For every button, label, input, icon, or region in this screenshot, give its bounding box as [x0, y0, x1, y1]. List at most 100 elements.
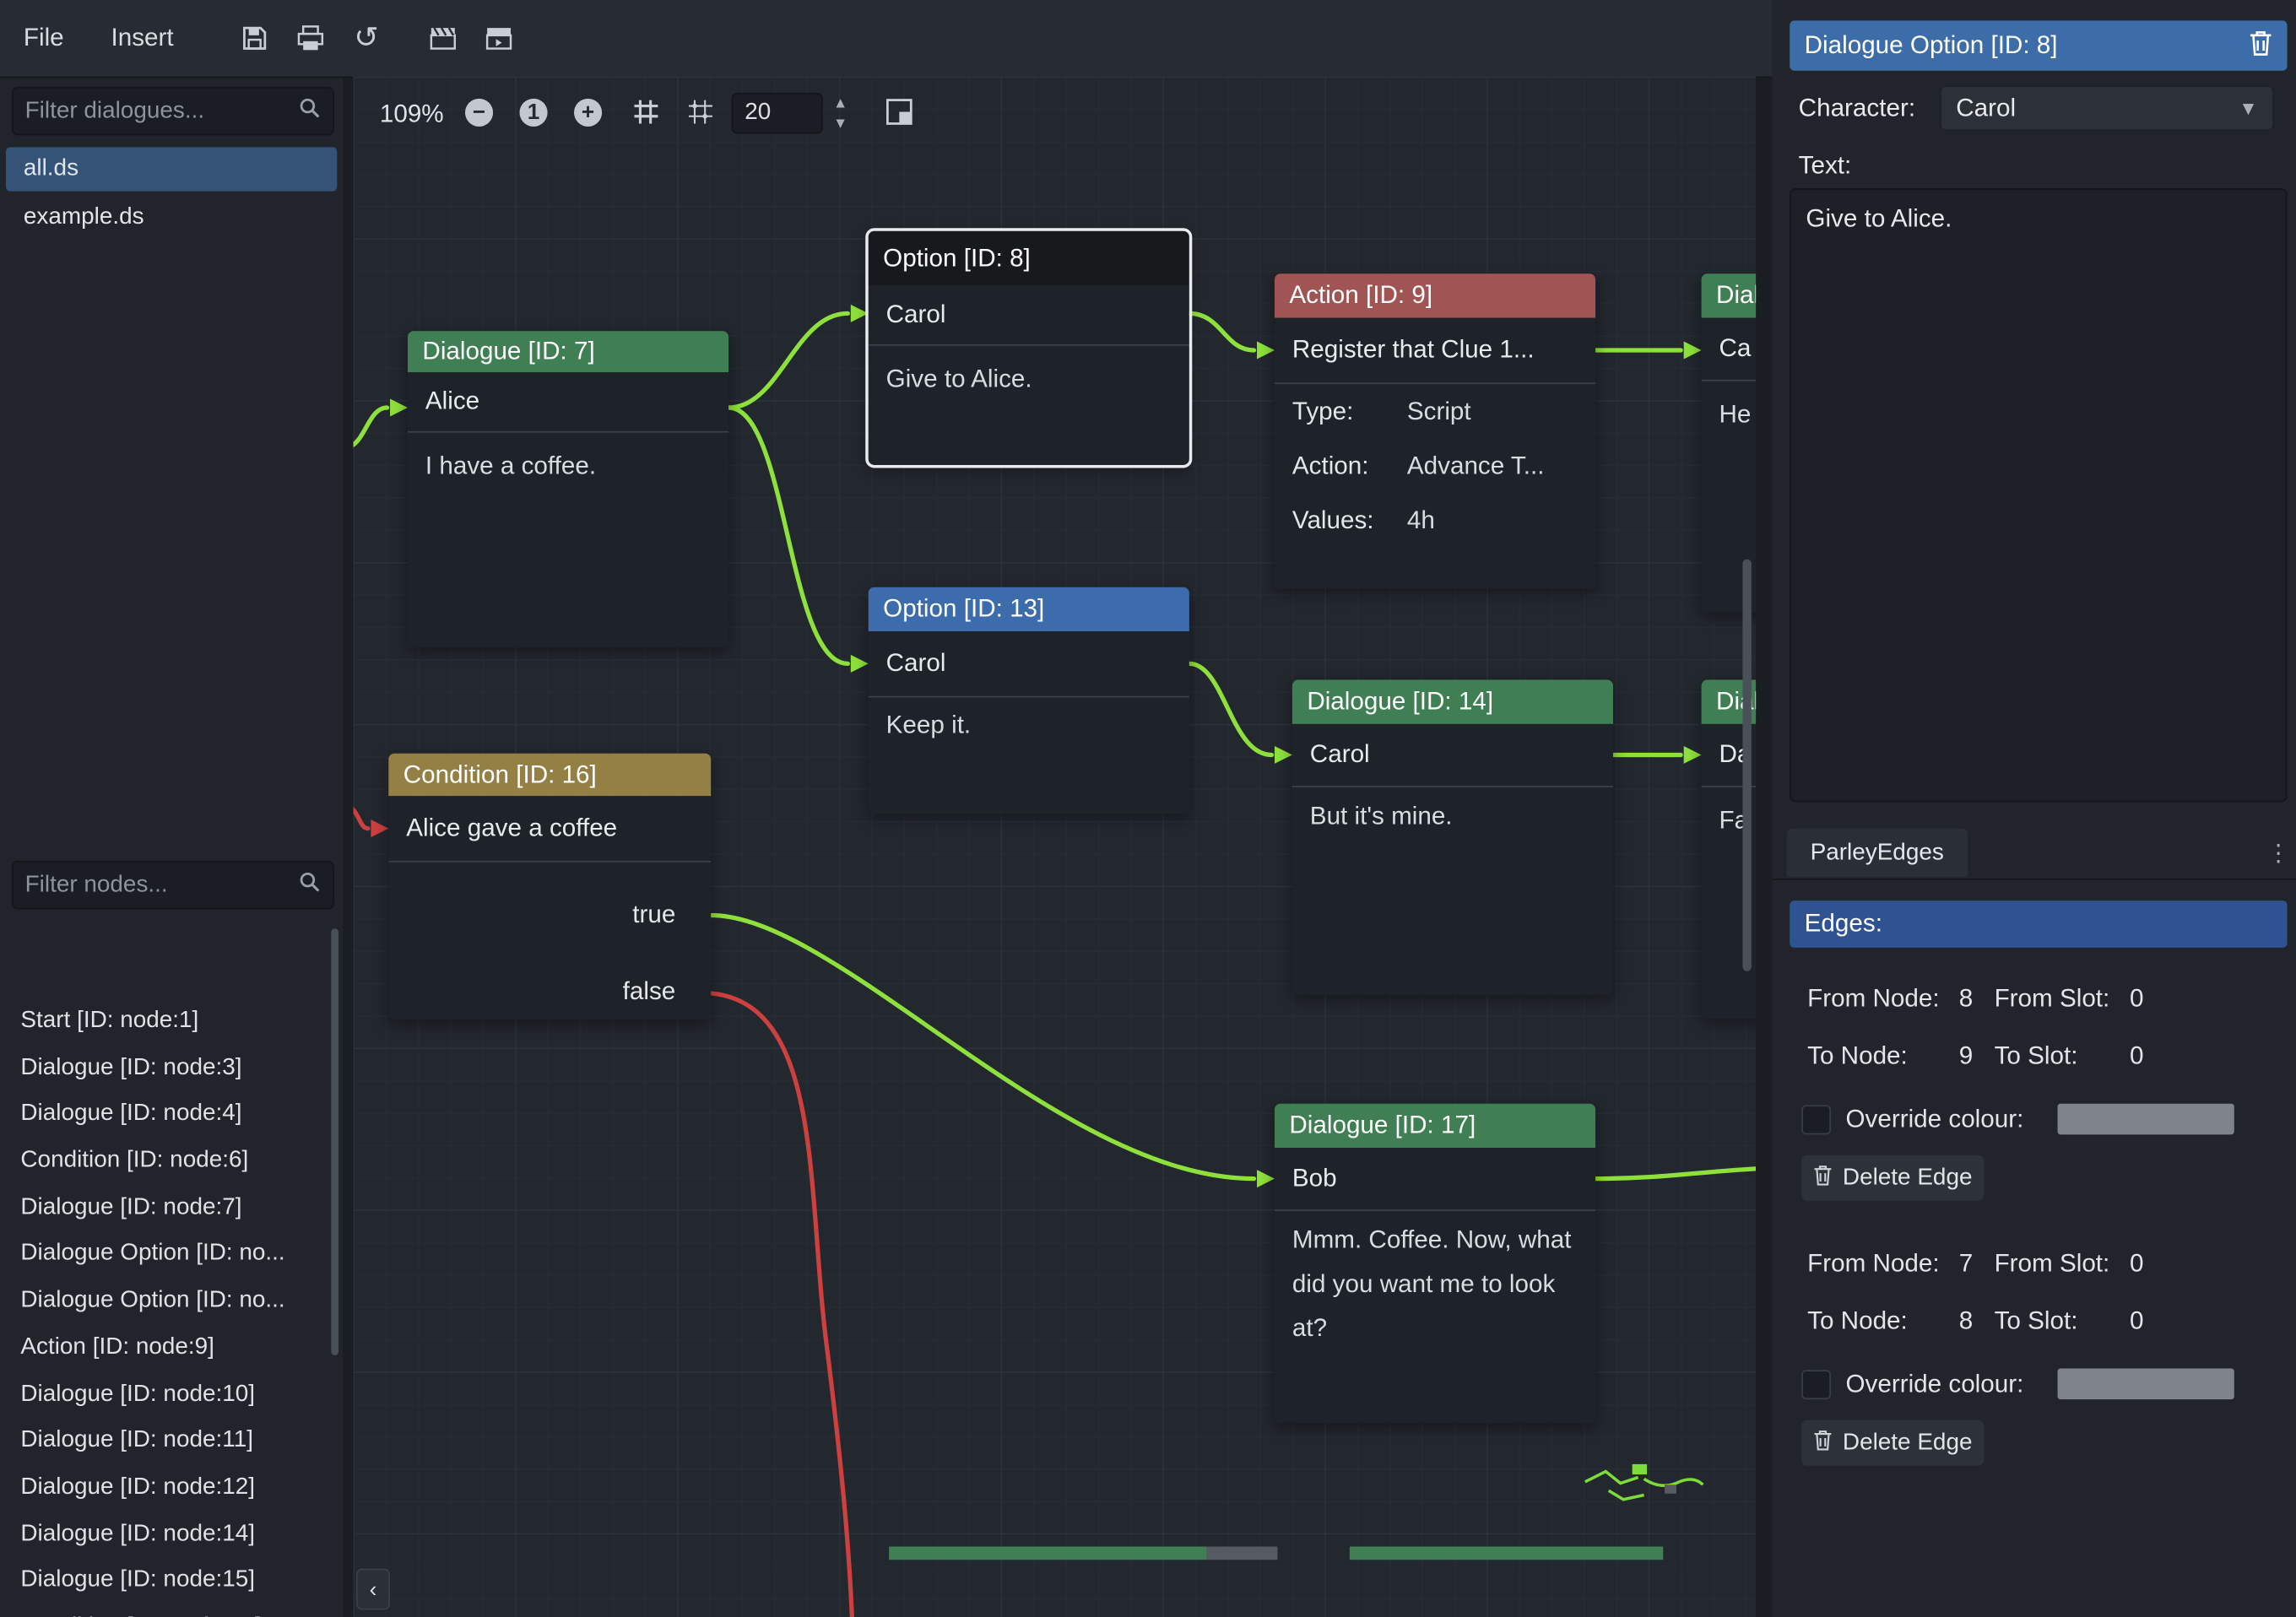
delete-edge-button[interactable]: Delete Edge	[1801, 1155, 1984, 1201]
graph-node-option-13[interactable]: Option [ID: 13] Carol Keep it.	[869, 587, 1189, 814]
test-from-node-icon[interactable]	[474, 14, 523, 63]
minimap[interactable]	[1579, 1447, 1708, 1512]
save-icon[interactable]	[230, 14, 279, 63]
graph-canvas[interactable]: 109% − 1 + ▲ ▼	[353, 77, 1756, 1617]
edges-section-header: Edges:	[1790, 900, 2287, 948]
minimap-toggle-icon[interactable]	[883, 95, 915, 127]
node-text: Give to Alice.	[869, 346, 1189, 414]
snap-stepper-up[interactable]: ▲	[829, 93, 853, 113]
dialogue-file-item-exampleds[interactable]: example.ds	[6, 196, 337, 240]
node-list-item[interactable]: Dialogue [ID: node:4]	[0, 1091, 330, 1138]
trash-icon	[1813, 1163, 1833, 1192]
node-speaker: Ca	[1702, 318, 1757, 381]
node-speaker: Alice	[408, 372, 728, 432]
search-icon	[299, 870, 321, 900]
kebab-menu-icon[interactable]: ⋮	[2266, 839, 2290, 868]
graph-node-action-9[interactable]: Action [ID: 9] Register that Clue 1... T…	[1275, 273, 1595, 588]
zoom-reset-button[interactable]: 1	[519, 99, 547, 127]
condition-true-output[interactable]: true	[388, 883, 711, 948]
node-list-item[interactable]: Action [ID: node:9]	[0, 1324, 330, 1371]
node-header[interactable]: Option [ID: 8]	[869, 231, 1189, 286]
node-list-item[interactable]: Dialogue [ID: node:12]	[0, 1464, 330, 1511]
override-colour-swatch[interactable]	[2058, 1369, 2234, 1400]
zoom-in-button[interactable]: +	[574, 99, 602, 127]
node-header[interactable]: Dialogue [ID: 14]	[1292, 680, 1613, 724]
condition-false-output[interactable]: false	[388, 960, 711, 1025]
zoom-level-label: 109%	[380, 95, 444, 133]
override-colour-row: Override colour:	[1801, 1096, 2023, 1142]
print-icon[interactable]	[285, 14, 335, 63]
sidebar-divider[interactable]	[343, 78, 353, 1617]
action-script-name: Register that Clue 1...	[1275, 318, 1595, 384]
edge-to-row: To Node:8 To Slot:0	[1807, 1298, 2165, 1344]
node-list-item[interactable]: Dialogue [ID: node:15]	[0, 1557, 330, 1603]
condition-expression: Alice gave a coffee	[388, 796, 711, 862]
node-list-item[interactable]: Condition [ID: node:16]	[0, 1603, 330, 1617]
inspector-tab-bar: ParleyEdges ⋮	[1772, 829, 2296, 880]
node-text: He	[1702, 381, 1757, 449]
node-text: I have a coffee.	[408, 433, 728, 500]
graph-node-dialogue-14[interactable]: Dialogue [ID: 14] Carol But it's mine.	[1292, 680, 1613, 995]
test-dialogue-icon[interactable]	[418, 14, 468, 63]
edge-from-row: From Node:8 From Slot:0	[1807, 976, 2165, 1021]
node-header[interactable]: Dialogue [ID: 17]	[1275, 1104, 1595, 1148]
override-colour-checkbox[interactable]	[1801, 1105, 1831, 1134]
node-list-item[interactable]: Dialogue [ID: node:14]	[0, 1511, 330, 1557]
node-list-item[interactable]: Dialogue Option [ID: no...	[0, 1278, 330, 1324]
clipped-node-header	[1207, 1547, 1278, 1560]
snap-toggle-icon[interactable]	[630, 95, 662, 127]
dialogue-text-input[interactable]: Give to Alice.	[1790, 188, 2287, 802]
graph-node-dialogue-7[interactable]: Dialogue [ID: 7] Alice I have a coffee.	[408, 331, 728, 647]
override-colour-row: Override colour:	[1801, 1361, 2023, 1407]
node-list-item[interactable]: Condition [ID: node:6]	[0, 1138, 330, 1184]
character-dropdown[interactable]: Carol ▼	[1940, 85, 2274, 131]
node-list-item[interactable]: Dialogue [ID: node:7]	[0, 1184, 330, 1230]
character-label: Character:	[1799, 95, 1915, 124]
graph-node-condition-16[interactable]: Condition [ID: 16] Alice gave a coffee t…	[388, 754, 711, 1020]
canvas-vertical-scrollbar[interactable]	[1742, 560, 1751, 971]
delete-node-icon[interactable]	[2249, 29, 2272, 62]
text-label: Text:	[1799, 152, 1852, 181]
node-list-item[interactable]: Dialogue [ID: node:11]	[0, 1417, 330, 1463]
node-header[interactable]: Dialogue [ID: 7]	[408, 331, 728, 372]
node-speaker: Bob	[1275, 1148, 1595, 1211]
snap-distance-input[interactable]	[732, 93, 823, 134]
node-list-item[interactable]: Dialogue [ID: node:10]	[0, 1371, 330, 1417]
inspector-divider[interactable]	[1756, 78, 1772, 1617]
override-colour-label: Override colour:	[1845, 1105, 2023, 1134]
delete-edge-button[interactable]: Delete Edge	[1801, 1420, 1984, 1466]
character-value: Carol	[1956, 94, 2016, 123]
action-type-row: Type:Script	[1275, 384, 1595, 439]
override-colour-checkbox[interactable]	[1801, 1369, 1831, 1398]
override-colour-swatch[interactable]	[2058, 1104, 2234, 1135]
node-text: Keep it.	[869, 697, 1189, 759]
graph-node-option-8[interactable]: Option [ID: 8] Carol Give to Alice.	[869, 231, 1189, 465]
node-header[interactable]: Option [ID: 13]	[869, 587, 1189, 631]
tab-parleyedges[interactable]: ParleyEdges	[1787, 829, 1968, 878]
filter-dialogues-input[interactable]	[14, 98, 299, 124]
file-menu[interactable]: File	[0, 0, 88, 77]
undo-icon[interactable]: ↺	[341, 14, 391, 63]
edge-from-row: From Node:7 From Slot:0	[1807, 1241, 2165, 1286]
snap-stepper-down[interactable]: ▼	[829, 113, 853, 133]
filter-nodes-input[interactable]	[14, 872, 299, 898]
node-header[interactable]: Condition [ID: 16]	[388, 754, 711, 797]
inspector-panel: Dialogue Option [ID: 8] Character: Carol…	[1772, 0, 2296, 1617]
grid-toggle-icon[interactable]	[685, 95, 717, 127]
override-colour-label: Override colour:	[1845, 1369, 2023, 1398]
filter-nodes-box	[12, 861, 334, 910]
zoom-out-button[interactable]: −	[465, 99, 493, 127]
insert-menu[interactable]: Insert	[88, 0, 198, 77]
node-header[interactable]: Dial	[1702, 273, 1757, 317]
node-list-item[interactable]: Start [ID: node:1]	[0, 998, 330, 1044]
node-list-item[interactable]: Dialogue [ID: node:3]	[0, 1044, 330, 1090]
collapse-sidebar-button[interactable]: ‹	[356, 1569, 390, 1610]
filter-dialogues-box	[12, 87, 334, 136]
node-header[interactable]: Action [ID: 9]	[1275, 273, 1595, 317]
trash-icon	[1813, 1428, 1833, 1457]
node-list-item[interactable]: Dialogue Option [ID: no...	[0, 1230, 330, 1277]
node-text: Mmm. Coffee. Now, what did you want me t…	[1275, 1211, 1595, 1363]
node-list-scrollbar[interactable]	[331, 928, 338, 1355]
graph-node-dialogue-17[interactable]: Dialogue [ID: 17] Bob Mmm. Coffee. Now, …	[1275, 1104, 1595, 1423]
dialogue-file-item-allds[interactable]: all.ds	[6, 147, 337, 191]
